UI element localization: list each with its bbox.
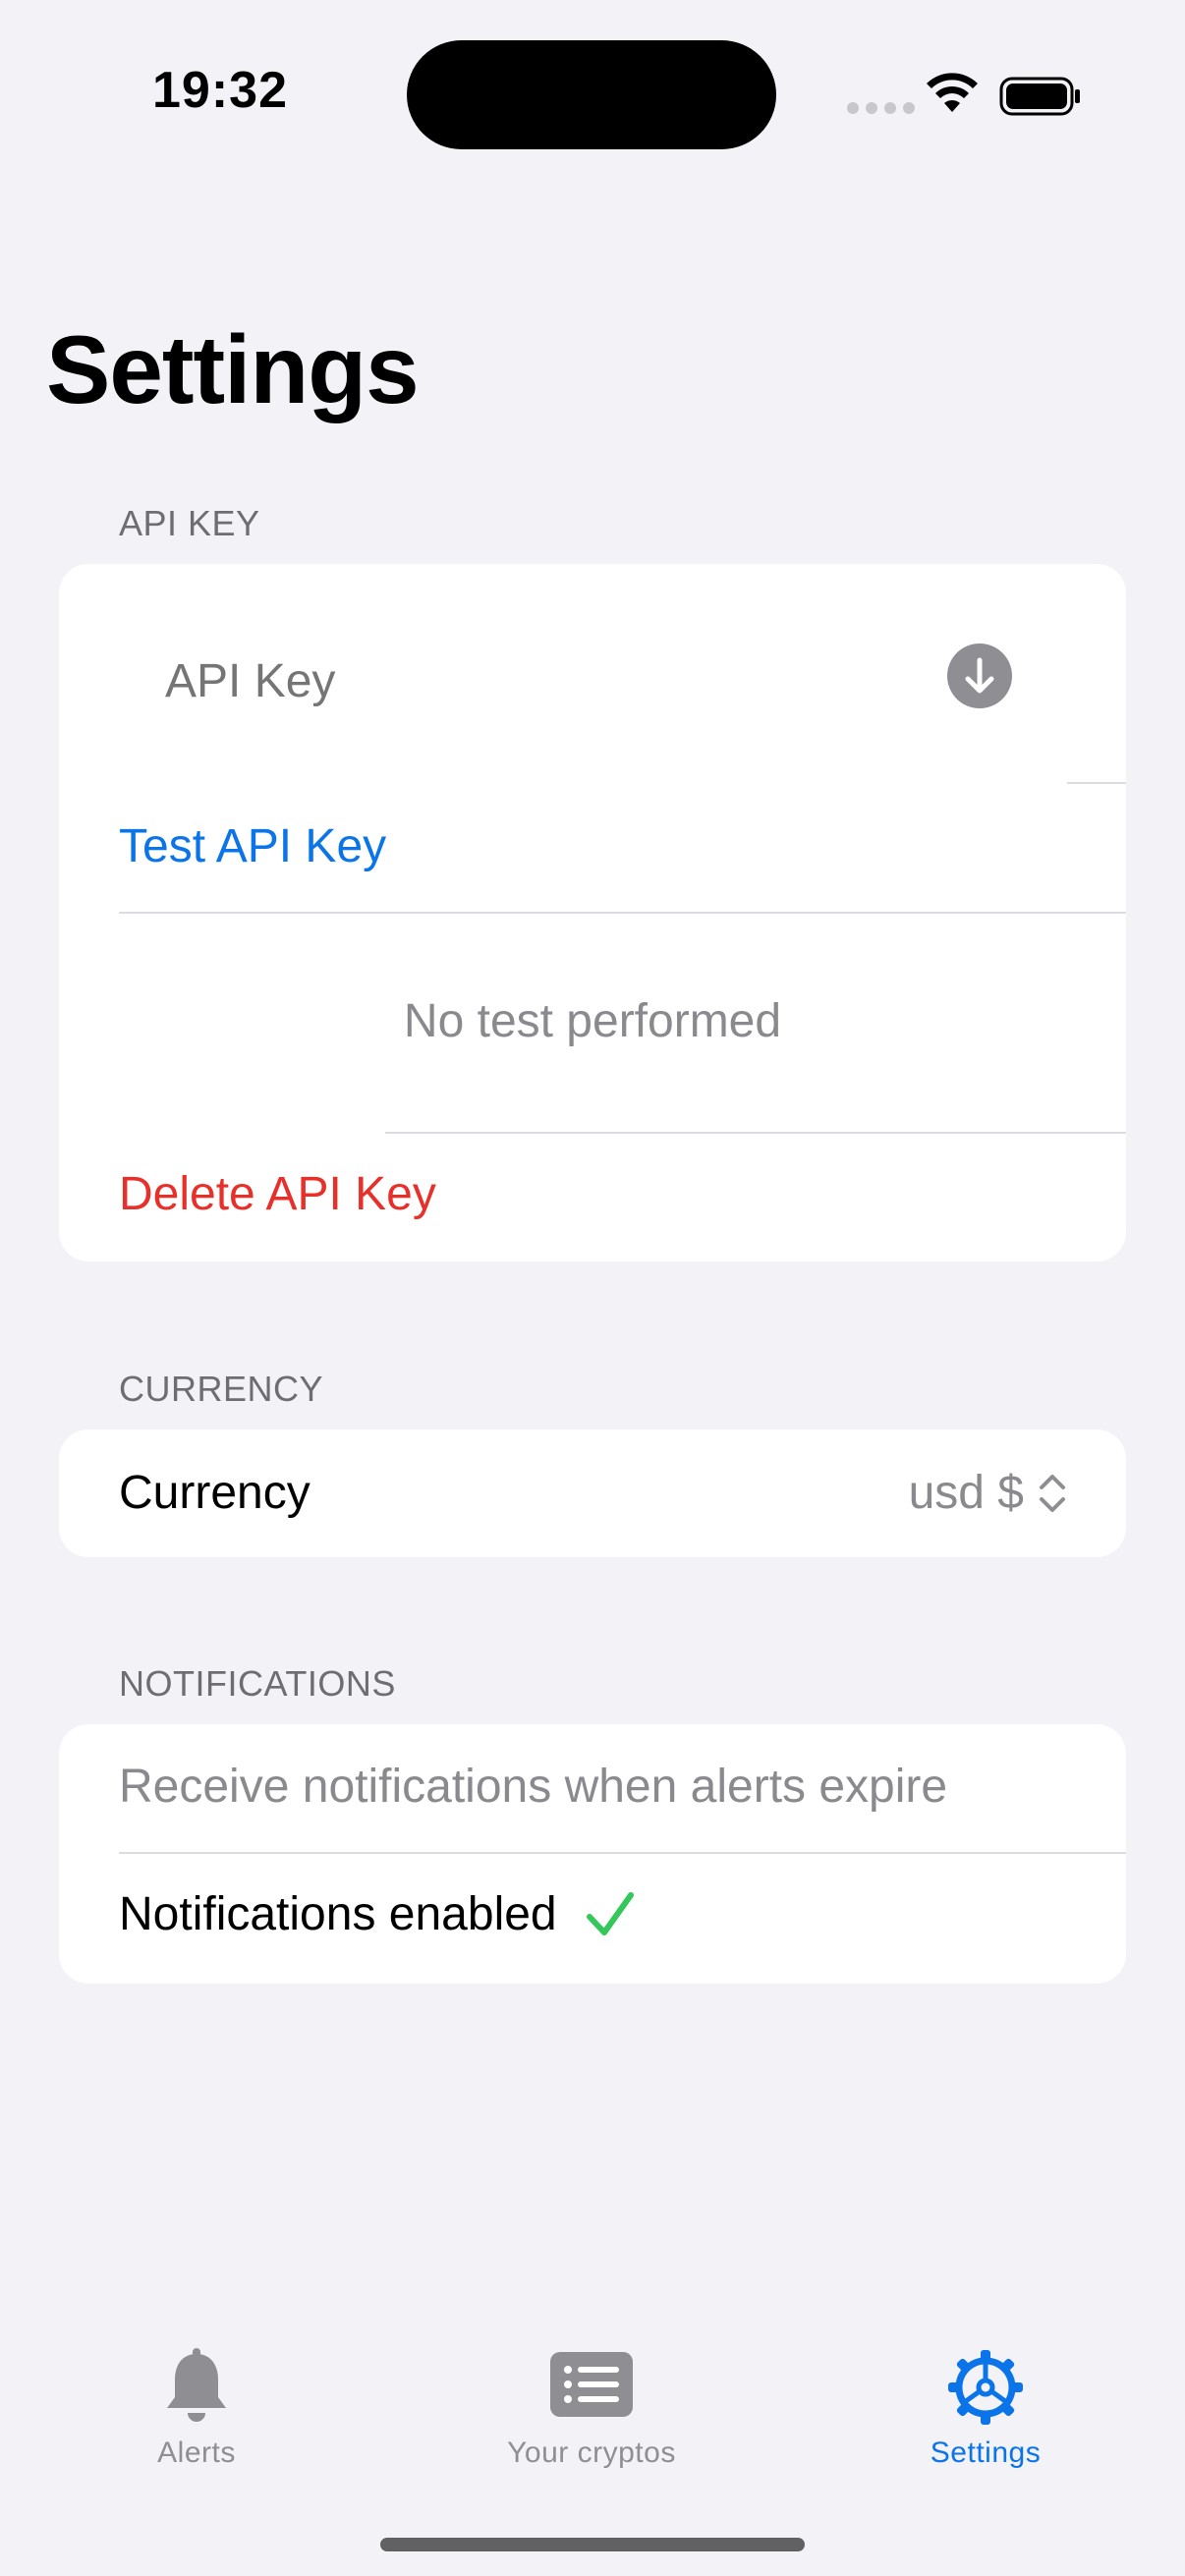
divider bbox=[119, 1852, 1126, 1854]
notifications-status: Notifications enabled bbox=[119, 1888, 557, 1940]
bell-icon bbox=[167, 2348, 226, 2422]
currency-value: usd $ bbox=[908, 1467, 1024, 1519]
list-icon bbox=[550, 2352, 633, 2417]
notifications-section-header: NOTIFICATIONS bbox=[119, 1663, 396, 1704]
checkmark-icon bbox=[586, 1891, 634, 1935]
tab-settings[interactable]: Settings bbox=[838, 2338, 1133, 2486]
status-time: 19:32 bbox=[152, 62, 288, 119]
dynamic-island bbox=[407, 40, 776, 149]
notifications-status-row: Notifications enabled bbox=[119, 1887, 636, 1941]
home-indicator bbox=[380, 2538, 805, 2551]
tab-your-cryptos[interactable]: Your cryptos bbox=[444, 2338, 739, 2486]
tab-alerts[interactable]: Alerts bbox=[49, 2338, 344, 2486]
currency-section-header: CURRENCY bbox=[119, 1369, 324, 1409]
notifications-card: Receive notifications when alerts expire… bbox=[59, 1724, 1126, 1984]
test-api-key-button[interactable]: Test API Key bbox=[119, 819, 386, 873]
notifications-description: Receive notifications when alerts expire bbox=[119, 1761, 948, 1813]
cellular-signal-icon bbox=[847, 102, 915, 114]
arrow-down-circle-icon[interactable] bbox=[946, 643, 1013, 709]
test-status-text: No test performed bbox=[403, 995, 782, 1047]
delete-api-key-button[interactable]: Delete API Key bbox=[119, 1167, 436, 1221]
page-title: Settings bbox=[46, 315, 420, 423]
tab-label: Settings bbox=[930, 2436, 1042, 2469]
battery-icon bbox=[999, 77, 1080, 116]
chevron-up-down-icon bbox=[1040, 1474, 1065, 1512]
api-key-section-header: API KEY bbox=[119, 503, 260, 543]
currency-picker[interactable]: usd $ bbox=[909, 1466, 1067, 1520]
currency-label: Currency bbox=[119, 1467, 310, 1519]
divider bbox=[385, 1132, 1126, 1134]
tab-label: Your cryptos bbox=[507, 2436, 676, 2469]
api-key-input[interactable] bbox=[165, 646, 951, 715]
currency-card: Currency usd $ bbox=[59, 1429, 1126, 1557]
wifi-icon bbox=[927, 73, 978, 112]
gear-icon bbox=[948, 2350, 1023, 2425]
divider bbox=[1067, 782, 1126, 784]
tab-label: Alerts bbox=[157, 2436, 236, 2469]
divider bbox=[119, 912, 1126, 914]
api-key-card: Test API Key No test performed Delete AP… bbox=[59, 564, 1126, 1261]
tab-bar: Alerts Your cryptos Settings bbox=[0, 2338, 1185, 2495]
